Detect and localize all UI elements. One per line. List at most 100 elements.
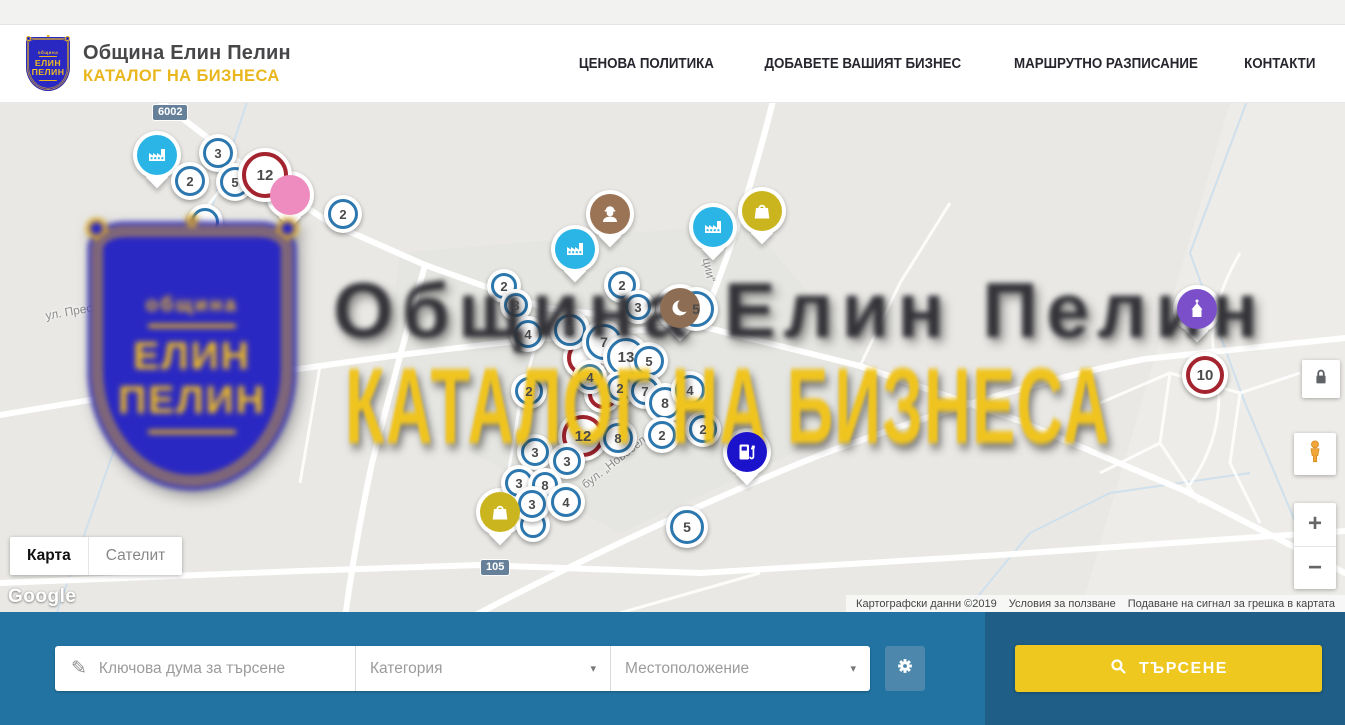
cluster-count: 5: [683, 519, 691, 535]
map-cluster-marker[interactable]: 4: [510, 316, 546, 352]
location-select-value: Местоположение: [625, 660, 749, 678]
map-cluster-marker[interactable]: 2: [324, 195, 362, 233]
worker-icon: [590, 194, 630, 234]
municipality-crest-logo: община ЕЛИНПЕЛИН: [26, 37, 70, 91]
cluster-count: 7: [600, 334, 608, 350]
site-subtitle: КАТАЛОГ НА БИЗНЕСА: [83, 67, 291, 86]
main-nav: ЦЕНОВА ПОЛИТИКА ДОБАВЕТЕ ВАШИЯТ БИЗНЕС М…: [573, 56, 1319, 72]
road-number-badge: 105: [480, 559, 510, 576]
map-cluster-marker[interactable]: 3: [621, 290, 655, 324]
crest-top-text: община: [146, 294, 239, 317]
map-cluster-marker[interactable]: 4: [547, 483, 585, 521]
cluster-count: 6: [566, 322, 574, 338]
nav-item-route-schedule[interactable]: МАРШРУТНО РАЗПИСАНИЕ: [1014, 56, 1198, 72]
cluster-count: 2: [699, 422, 706, 437]
map-type-control: Карта Сателит: [10, 537, 182, 575]
advanced-settings-button[interactable]: [885, 646, 925, 691]
report-map-error-link[interactable]: Подаване на сигнал за грешка в картата: [1122, 598, 1341, 610]
pegman-icon: [1302, 439, 1328, 470]
keyword-field-wrapper: ✎: [55, 646, 355, 691]
cluster-count: 2: [339, 207, 346, 222]
nav-item-contacts[interactable]: КОНТАКТИ: [1245, 56, 1316, 72]
cluster-count: 10: [1197, 367, 1214, 384]
map-type-satellite-button[interactable]: Сателит: [88, 537, 182, 575]
map-pin-factory[interactable]: [689, 203, 737, 263]
crest-top-text: община: [38, 50, 59, 55]
cluster-count: 4: [562, 495, 569, 510]
google-logo[interactable]: Google: [8, 586, 76, 608]
road-number-badge: 6002: [152, 104, 188, 121]
chevron-down-icon: ▾: [850, 662, 856, 675]
cluster-count: 3: [531, 445, 538, 460]
lock-button[interactable]: [1302, 360, 1340, 398]
cluster-count: 3: [528, 497, 535, 512]
cluster-count: 4: [524, 327, 531, 342]
map-attribution: Картографски данни ©2019 Условия за полз…: [846, 595, 1345, 612]
map-cluster-marker[interactable]: 8: [599, 419, 637, 457]
crest-name-line1: ЕЛИН: [35, 58, 61, 68]
search-action-panel: ТЪРСЕНЕ: [985, 612, 1345, 725]
cluster-count: 12: [575, 428, 592, 445]
map-cluster-marker[interactable]: 10: [1182, 352, 1228, 398]
cluster-count: 3: [515, 476, 522, 491]
map-pin-bag[interactable]: [738, 187, 786, 247]
crest-flourish: [148, 430, 235, 435]
street-view-pegman-button[interactable]: [1294, 433, 1336, 475]
zoom-out-button[interactable]: −: [1294, 547, 1336, 590]
site-title: Община Елин Пелин: [83, 42, 291, 65]
map-pin-church[interactable]: [1173, 285, 1221, 345]
terms-of-use-link[interactable]: Условия за ползване: [1003, 598, 1122, 610]
crest-name-line2: ПЕЛИН: [118, 379, 266, 422]
category-select[interactable]: Категория ▾: [355, 646, 610, 691]
bag-icon: [742, 191, 782, 231]
top-strip: [0, 0, 1345, 25]
bag-icon: [480, 492, 520, 532]
factory-icon: [693, 207, 733, 247]
nav-item-pricing[interactable]: ЦЕНОВА ПОЛИТИКА: [579, 56, 714, 72]
map-cluster-marker[interactable]: 2: [685, 411, 721, 447]
map-cluster-marker[interactable]: 5: [666, 506, 708, 548]
search-button[interactable]: ТЪРСЕНЕ: [1015, 645, 1322, 692]
cluster-count: 4: [686, 383, 693, 398]
search-field-group: ✎ Категория ▾ Местоположение ▾: [55, 646, 870, 691]
fuel-icon: [727, 432, 767, 472]
cluster-count: 5: [231, 175, 238, 190]
cluster-count: 2: [618, 278, 625, 293]
pin-head: [270, 175, 310, 215]
map-cluster-marker[interactable]: 2: [511, 373, 547, 409]
search-bar-section: ✎ Категория ▾ Местоположение ▾ ТЪРСЕНЕ: [0, 612, 1345, 725]
cluster-count: 2: [658, 428, 665, 443]
search-fields-panel: ✎ Категория ▾ Местоположение ▾: [0, 612, 985, 725]
location-select[interactable]: Местоположение ▾: [610, 646, 870, 691]
cluster-count: 4: [586, 370, 593, 385]
crest-name-line1: ЕЛИН: [133, 335, 251, 378]
google-map[interactable]: ул. Преславбул. „Новоселции“600210532512…: [0, 103, 1345, 612]
cluster-count: 8: [541, 478, 548, 493]
zoom-in-button[interactable]: +: [1294, 503, 1336, 547]
map-cluster-marker[interactable]: 2: [171, 162, 209, 200]
cluster-count: 2: [525, 384, 532, 399]
cluster-count: 2: [186, 174, 193, 189]
map-cluster-marker[interactable]: 2: [644, 417, 680, 453]
map-pin-fuel[interactable]: [723, 428, 771, 488]
crest-flourish: [148, 324, 235, 329]
map-pin-factory[interactable]: [551, 225, 599, 285]
map-type-map-button[interactable]: Карта: [10, 537, 88, 575]
crest-ornament: [47, 35, 50, 38]
crest-ornament: [186, 214, 198, 226]
cluster-count: 8: [614, 431, 621, 446]
cluster-count: 2: [500, 279, 507, 294]
map-cluster-marker[interactable]: 4: [573, 360, 607, 394]
cluster-count: 3: [563, 454, 570, 469]
search-icon: [1109, 657, 1128, 681]
cluster-count: 8: [661, 395, 669, 411]
lock-icon: [1310, 366, 1332, 393]
site-logo[interactable]: община ЕЛИНПЕЛИН Община Елин Пелин КАТАЛ…: [26, 37, 291, 91]
keyword-search-input[interactable]: [99, 660, 341, 678]
gear-icon: [894, 655, 916, 682]
nav-item-add-business[interactable]: ДОБАВЕТЕ ВАШИЯТ БИЗНЕС: [764, 56, 961, 72]
map-cluster-marker[interactable]: 4: [671, 371, 709, 409]
cluster-count: 5: [645, 354, 652, 369]
cluster-count: 7: [641, 384, 648, 399]
cluster-count: 13: [618, 349, 635, 366]
